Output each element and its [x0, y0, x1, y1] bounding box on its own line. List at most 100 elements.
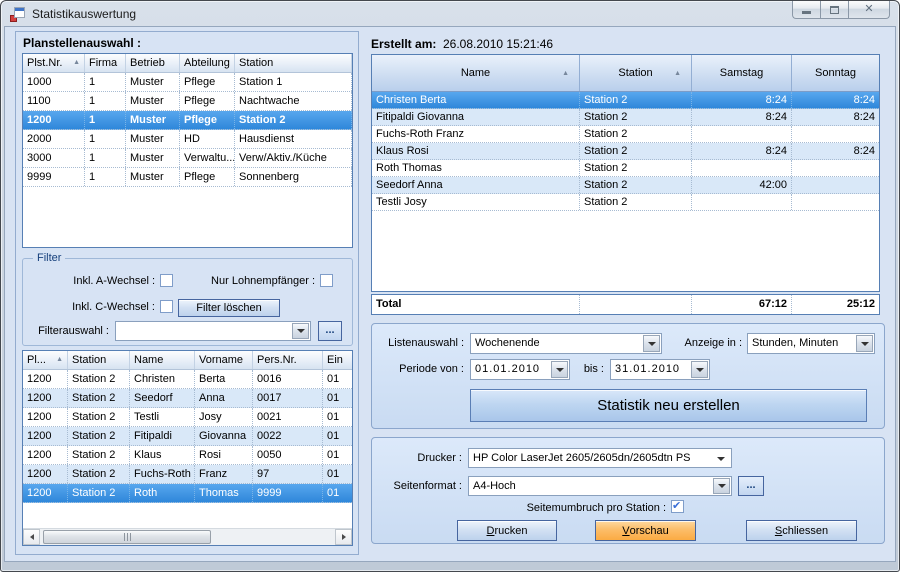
column-header[interactable]: Abteilung — [180, 54, 235, 72]
dropdown-button[interactable] — [643, 335, 660, 352]
table-row[interactable]: 1200Station 2TestliJosy002101 — [23, 408, 352, 427]
cell: 01 — [323, 370, 352, 388]
table-row[interactable]: Klaus RosiStation 28:248:24 — [372, 143, 879, 160]
column-header[interactable]: Plst.Nr.▲ — [23, 54, 85, 72]
table-row[interactable]: 10001MusterPflegeStation 1 — [23, 73, 352, 92]
statistik-neu-erstellen-button[interactable]: Statistik neu erstellen — [470, 389, 867, 422]
chevron-down-icon — [717, 457, 725, 461]
nur-lohnempfaenger-checkbox[interactable] — [320, 274, 333, 287]
app-icon — [10, 7, 26, 22]
filterauswahl-combobox[interactable] — [115, 321, 311, 341]
minimize-button[interactable] — [792, 1, 820, 19]
cell: Pflege — [180, 73, 235, 91]
schliessen-button[interactable]: Schliessen — [746, 520, 857, 541]
column-header[interactable]: Name — [130, 351, 195, 369]
cell: 8:24 — [692, 143, 792, 159]
dropdown-button[interactable] — [551, 361, 568, 378]
scroll-right-button[interactable] — [335, 529, 352, 545]
table-row[interactable]: Roth ThomasStation 2 — [372, 160, 879, 177]
filter-loeschen-button[interactable]: Filter löschen — [178, 299, 280, 317]
cell: 01 — [323, 446, 352, 464]
table-row[interactable]: 12001MusterPflegeStation 2 — [23, 111, 352, 130]
window-controls: ✕ — [792, 1, 890, 19]
table-row[interactable]: 1200Station 2RothThomas999901 — [23, 484, 352, 503]
cell: Fitipaldi Giovanna — [372, 109, 580, 125]
table-row[interactable]: 99991MusterPflegeSonnenberg — [23, 168, 352, 187]
table-row[interactable]: Fitipaldi GiovannaStation 28:248:24 — [372, 109, 879, 126]
column-header[interactable]: Ein — [323, 351, 352, 369]
column-header-label: Vorname — [199, 354, 243, 366]
anzeige-in-combobox[interactable]: Stunden, Minuten — [747, 333, 875, 354]
maximize-button[interactable] — [820, 1, 848, 19]
inkl-a-wechsel-checkbox[interactable] — [160, 274, 173, 287]
inkl-c-wechsel-checkbox[interactable] — [160, 300, 173, 313]
cell — [792, 126, 879, 142]
table-row[interactable]: 1200Station 2SeedorfAnna001701 — [23, 389, 352, 408]
table-row[interactable]: 30001MusterVerwaltu...Verw/Aktiv./Küche — [23, 149, 352, 168]
table-row[interactable]: Testli JosyStation 2 — [372, 194, 879, 211]
horizontal-scrollbar[interactable] — [23, 528, 352, 545]
table-row[interactable]: 1200Station 2FitipaldiGiovanna002201 — [23, 427, 352, 446]
column-header[interactable]: Station — [68, 351, 130, 369]
column-header[interactable]: Firma — [85, 54, 126, 72]
dropdown-button[interactable] — [691, 361, 708, 378]
grip-icon — [127, 533, 128, 541]
seitenformat-browse-button[interactable]: ... — [738, 476, 764, 496]
cell: Berta — [195, 370, 253, 388]
title-bar[interactable]: Statistikauswertung ✕ — [1, 1, 899, 27]
drucker-combobox[interactable]: HP Color LaserJet 2605/2605dn/2605dtn PS — [468, 448, 732, 468]
seitenumbruch-checkbox[interactable] — [671, 500, 684, 513]
column-header[interactable]: Sonntag — [792, 55, 879, 91]
cell: Station 2 — [68, 389, 130, 407]
column-header[interactable]: Pl...▲ — [23, 351, 68, 369]
column-header[interactable]: Name▲ — [372, 55, 580, 91]
table-row[interactable]: Seedorf AnnaStation 242:00 — [372, 177, 879, 194]
cell: Klaus Rosi — [372, 143, 580, 159]
column-header[interactable]: Station — [235, 54, 352, 72]
total-label: Total — [372, 295, 580, 314]
scrollbar-track[interactable] — [40, 529, 335, 545]
filterauswahl-browse-button[interactable]: ... — [318, 321, 342, 341]
dropdown-button[interactable] — [292, 323, 309, 339]
column-header[interactable]: Pers.Nr. — [253, 351, 323, 369]
cell: Hausdienst — [235, 130, 352, 148]
cell: 8:24 — [792, 109, 879, 125]
inkl-c-wechsel-label: Inkl. C-Wechsel : — [43, 301, 155, 313]
cell: 8:24 — [692, 109, 792, 125]
filter-groupbox: Filter Inkl. A-Wechsel : Nur Lohnempfäng… — [22, 258, 353, 346]
vorschau-button[interactable]: Vorschau — [595, 520, 696, 541]
drucken-button[interactable]: Drucken — [457, 520, 557, 541]
seitenformat-combobox[interactable]: A4-Hoch — [468, 476, 732, 496]
column-header-label: Abteilung — [184, 57, 230, 69]
table-row[interactable]: 1200Station 2Fuchs-RothFranz9701 — [23, 465, 352, 484]
dropdown-button[interactable] — [713, 478, 730, 494]
total-samstag: 67:12 — [692, 295, 792, 314]
cell: Pflege — [180, 168, 235, 186]
cell: 1200 — [23, 389, 68, 407]
column-header[interactable]: Samstag — [692, 55, 792, 91]
chevron-down-icon — [861, 342, 869, 346]
column-header-label: Station — [618, 67, 652, 79]
total-sonntag: 25:12 — [792, 295, 879, 314]
column-header[interactable]: Betrieb — [126, 54, 180, 72]
scrollbar-thumb[interactable] — [43, 530, 211, 544]
column-header[interactable]: Station▲ — [580, 55, 692, 91]
periode-von-datepicker[interactable]: 01.01.2010 — [470, 359, 570, 380]
cell: 01 — [323, 427, 352, 445]
table-row[interactable]: Christen BertaStation 28:248:24 — [372, 92, 879, 109]
scroll-left-button[interactable] — [23, 529, 40, 545]
table-row[interactable]: 20001MusterHDHausdienst — [23, 130, 352, 149]
listenauswahl-combobox[interactable]: Wochenende — [470, 333, 662, 354]
cell: Station 2 — [68, 446, 130, 464]
table-row[interactable]: Fuchs-Roth FranzStation 2 — [372, 126, 879, 143]
table-row[interactable]: 1200Station 2ChristenBerta001601 — [23, 370, 352, 389]
cell: Muster — [126, 168, 180, 186]
personen-table-header: Pl...▲StationName Vorname Pers.Nr.Ein — [23, 351, 352, 370]
table-row[interactable]: 11001MusterPflegeNachtwache — [23, 92, 352, 111]
close-button[interactable]: ✕ — [848, 1, 890, 19]
dropdown-button[interactable] — [856, 335, 873, 352]
cell: Fuchs-Roth Franz — [372, 126, 580, 142]
column-header[interactable]: Vorname — [195, 351, 253, 369]
periode-bis-datepicker[interactable]: 31.01.2010 — [610, 359, 710, 380]
table-row[interactable]: 1200Station 2KlausRosi005001 — [23, 446, 352, 465]
